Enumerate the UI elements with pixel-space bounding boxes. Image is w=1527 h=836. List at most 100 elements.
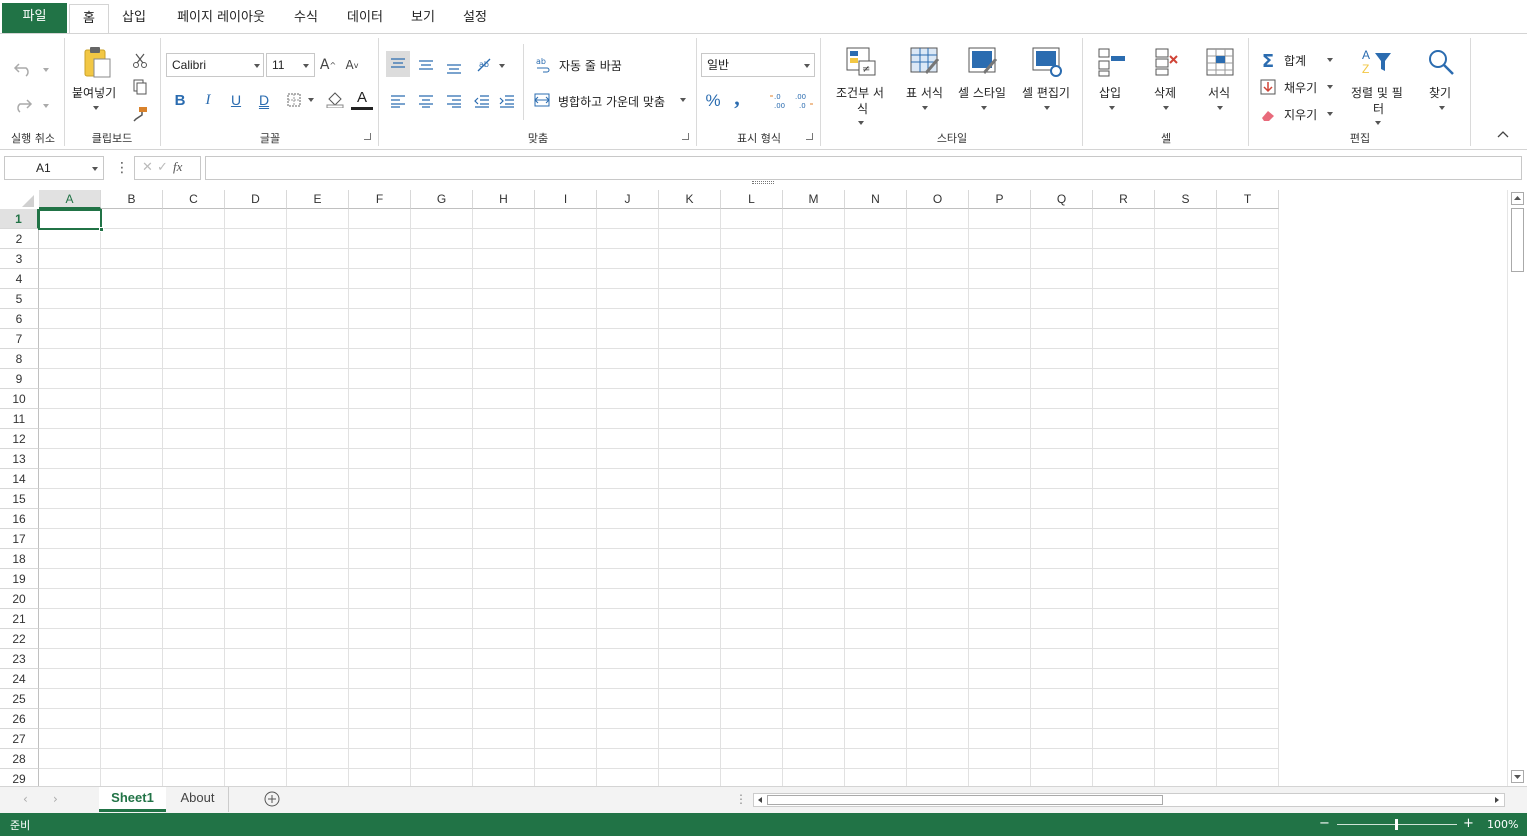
vertical-scrollbar[interactable] xyxy=(1507,190,1527,786)
formula-bar-resize-handle[interactable] xyxy=(752,181,774,184)
merge-center-icon[interactable] xyxy=(532,89,552,111)
paste-icon[interactable] xyxy=(80,44,114,80)
conditional-formatting-caret[interactable] xyxy=(858,121,864,125)
insert-function-icon[interactable]: fx xyxy=(173,159,182,175)
insert-cells-label[interactable]: 삽입 xyxy=(1099,84,1121,101)
alignment-dialog-launcher[interactable] xyxy=(682,133,689,140)
align-center-icon[interactable] xyxy=(414,89,438,113)
find-label[interactable]: 찾기 xyxy=(1429,84,1451,101)
tab-home[interactable]: 홈 xyxy=(69,4,109,34)
row-header-18[interactable]: 18 xyxy=(0,549,39,569)
row-header-11[interactable]: 11 xyxy=(0,409,39,429)
fill-icon[interactable] xyxy=(1258,76,1278,98)
clear-label[interactable]: 지우기 xyxy=(1284,106,1317,123)
column-header-Q[interactable]: Q xyxy=(1031,190,1093,209)
font-dialog-launcher[interactable] xyxy=(364,133,371,140)
row-header-7[interactable]: 7 xyxy=(0,329,39,349)
format-as-table-icon[interactable] xyxy=(908,46,942,78)
delete-cells-icon[interactable] xyxy=(1150,46,1184,78)
autosum-icon[interactable]: Σ xyxy=(1258,50,1278,72)
sort-filter-caret[interactable] xyxy=(1375,121,1381,125)
paste-label[interactable]: 붙여넣기 xyxy=(72,84,116,101)
column-header-H[interactable]: H xyxy=(473,190,535,209)
borders-icon[interactable] xyxy=(284,90,304,110)
name-box[interactable]: A1 xyxy=(4,156,104,180)
merge-center-label[interactable]: 병합하고 가운데 맞춤 xyxy=(558,93,665,110)
format-as-table-label[interactable]: 표 서식 xyxy=(906,84,943,101)
row-header-6[interactable]: 6 xyxy=(0,309,39,329)
increase-indent-icon[interactable] xyxy=(495,89,519,113)
decrease-font-icon[interactable]: Av xyxy=(342,54,362,76)
align-right-icon[interactable] xyxy=(442,89,466,113)
cell-editor-label[interactable]: 셀 편집기 xyxy=(1022,84,1070,101)
number-dialog-launcher[interactable] xyxy=(806,133,813,140)
align-left-icon[interactable] xyxy=(386,89,410,113)
tab-formulas[interactable]: 수식 xyxy=(286,4,326,34)
zoom-slider-thumb[interactable] xyxy=(1395,819,1398,830)
column-header-I[interactable]: I xyxy=(535,190,597,209)
row-header-23[interactable]: 23 xyxy=(0,649,39,669)
bold-button[interactable]: B xyxy=(170,89,190,111)
decrease-decimal-icon[interactable]: .00.0 xyxy=(793,89,815,113)
row-header-1[interactable]: 1 xyxy=(0,209,39,229)
row-header-3[interactable]: 3 xyxy=(0,249,39,269)
insert-cells-caret[interactable] xyxy=(1109,106,1115,110)
next-sheet-arrow-icon[interactable]: › xyxy=(53,792,58,806)
cell-editor-icon[interactable] xyxy=(1030,46,1064,78)
column-header-T[interactable]: T xyxy=(1217,190,1279,209)
row-header-14[interactable]: 14 xyxy=(0,469,39,489)
clear-caret[interactable] xyxy=(1327,112,1333,116)
fill-caret[interactable] xyxy=(1327,85,1333,89)
row-header-17[interactable]: 17 xyxy=(0,529,39,549)
prev-sheet-arrow-icon[interactable]: ‹ xyxy=(23,792,28,806)
select-all-corner[interactable] xyxy=(0,190,39,209)
row-header-15[interactable]: 15 xyxy=(0,489,39,509)
conditional-formatting-label-2[interactable]: 식 xyxy=(857,100,868,117)
font-size-caret[interactable] xyxy=(303,64,309,68)
copy-icon[interactable] xyxy=(130,77,150,97)
tab-view[interactable]: 보기 xyxy=(403,4,443,34)
format-cells-label[interactable]: 서식 xyxy=(1208,84,1230,101)
cell-editor-caret[interactable] xyxy=(1044,106,1050,110)
paste-dropdown-caret[interactable] xyxy=(93,106,99,110)
row-header-28[interactable]: 28 xyxy=(0,749,39,769)
redo-dropdown-caret[interactable] xyxy=(43,104,49,108)
align-bottom-icon[interactable] xyxy=(442,55,466,79)
format-as-table-caret[interactable] xyxy=(922,106,928,110)
cut-icon[interactable] xyxy=(130,51,150,71)
redo-icon[interactable] xyxy=(10,94,36,116)
zoom-out-icon[interactable]: − xyxy=(1319,816,1330,831)
row-header-20[interactable]: 20 xyxy=(0,589,39,609)
row-header-29[interactable]: 29 xyxy=(0,769,39,786)
tab-settings[interactable]: 설정 xyxy=(455,4,495,34)
column-header-S[interactable]: S xyxy=(1155,190,1217,209)
undo-dropdown-caret[interactable] xyxy=(43,68,49,72)
merge-center-caret[interactable] xyxy=(680,98,686,102)
autosum-label[interactable]: 합계 xyxy=(1284,52,1306,69)
sort-filter-icon[interactable]: AZ xyxy=(1360,46,1394,78)
zoom-in-icon[interactable]: + xyxy=(1463,816,1474,831)
sheet-tab-about[interactable]: About xyxy=(167,787,229,812)
wrap-text-icon[interactable]: ab xyxy=(533,54,553,76)
column-header-G[interactable]: G xyxy=(411,190,473,209)
tab-page-layout[interactable]: 페이지 레이아웃 xyxy=(166,4,276,34)
spreadsheet-grid[interactable]: ABCDEFGHIJKLMNOPQRST 1 2 3 4 5 6 7 8 9 10 11 12 13 14… xyxy=(0,190,1507,786)
number-format-caret[interactable] xyxy=(804,64,810,68)
row-header-21[interactable]: 21 xyxy=(0,609,39,629)
column-header-R[interactable]: R xyxy=(1093,190,1155,209)
double-underline-button[interactable]: D xyxy=(254,89,274,111)
orientation-icon[interactable]: ab xyxy=(473,54,495,76)
column-header-K[interactable]: K xyxy=(659,190,721,209)
underline-button[interactable]: U xyxy=(226,89,246,111)
orientation-caret[interactable] xyxy=(499,64,505,68)
collapse-ribbon-icon[interactable] xyxy=(1494,126,1512,142)
delete-cells-label[interactable]: 삭제 xyxy=(1154,84,1176,101)
fill-handle[interactable] xyxy=(99,227,104,232)
row-header-13[interactable]: 13 xyxy=(0,449,39,469)
column-header-D[interactable]: D xyxy=(225,190,287,209)
scroll-up-arrow[interactable] xyxy=(1511,192,1524,205)
fill-label[interactable]: 채우기 xyxy=(1284,79,1317,96)
italic-button[interactable]: I xyxy=(198,89,218,111)
conditional-formatting-icon[interactable]: ≠ xyxy=(844,46,878,78)
sort-filter-label-2[interactable]: 터 xyxy=(1373,100,1384,117)
